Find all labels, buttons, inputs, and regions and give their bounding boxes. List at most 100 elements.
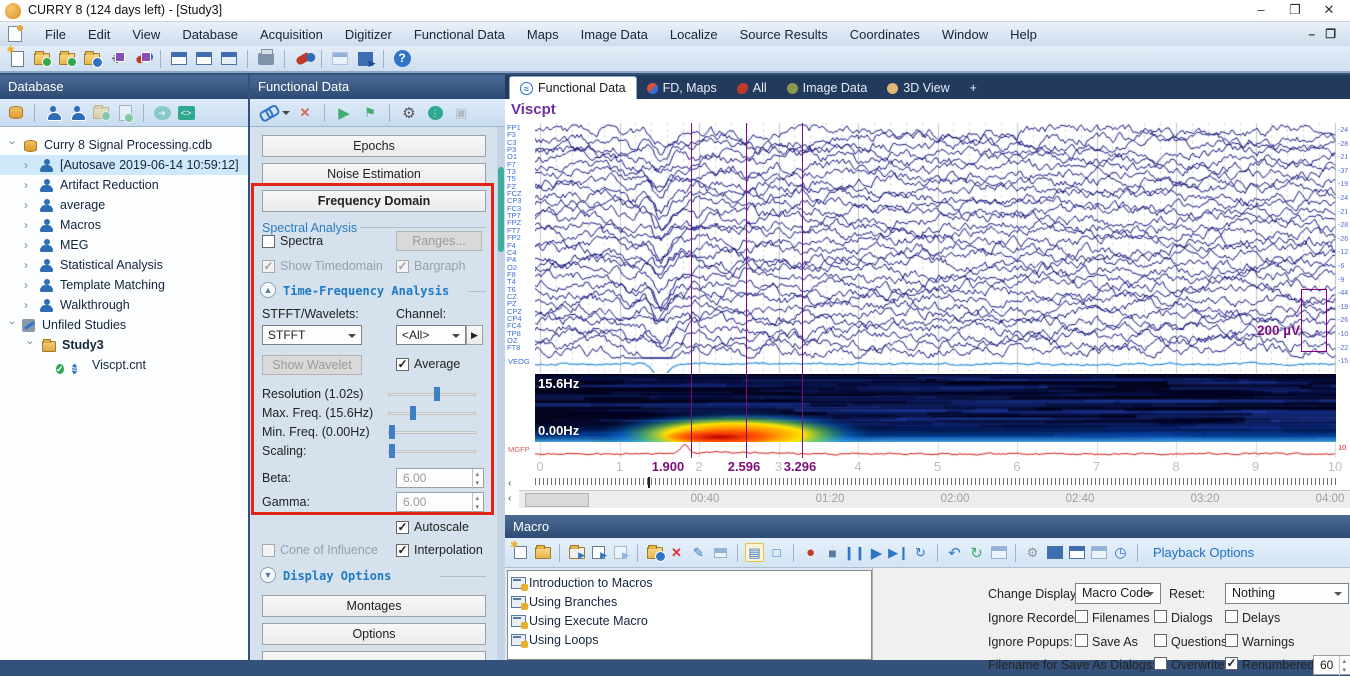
menu-item[interactable]: Localize [659, 24, 729, 45]
save-study-icon[interactable] [131, 49, 153, 69]
tree-item-average[interactable]: › average [0, 195, 248, 215]
spectrogram-canvas[interactable] [535, 374, 1336, 442]
run-macro-file-icon[interactable]: ▶ [589, 543, 608, 562]
menu-item[interactable]: Acquisition [249, 24, 334, 45]
chevron-down-icon[interactable]: › [2, 321, 22, 333]
playback-options-label[interactable]: Playback Options [1153, 545, 1254, 560]
record-icon[interactable]: ● [801, 543, 820, 562]
time-scrollbar-thumb[interactable] [525, 493, 589, 507]
functional-scrollbar-thumb[interactable] [498, 167, 504, 252]
menu-item[interactable]: Coordinates [839, 24, 931, 45]
tab-functional-data[interactable]: ≈ Functional Data [509, 76, 637, 99]
browse-database-icon[interactable] [81, 49, 103, 69]
options-button[interactable]: Options [262, 623, 486, 645]
autoscale-checkbox[interactable] [396, 521, 409, 534]
renumbered-checkbox[interactable] [1225, 657, 1238, 670]
expand-icon[interactable]: ▼ [260, 567, 276, 583]
delete-macro-icon[interactable]: ✕ [667, 543, 686, 562]
tab-fd-maps[interactable]: FD, Maps [637, 77, 727, 99]
step-forward-icon[interactable]: ▶❙ [889, 543, 908, 562]
play-icon[interactable]: ▶ [333, 103, 355, 123]
sensor-grid-icon[interactable]: ⋮ [424, 103, 446, 123]
menu-item[interactable]: Digitizer [334, 24, 403, 45]
chevron-right-icon[interactable]: › [24, 155, 36, 175]
eeg-canvas[interactable] [535, 123, 1336, 373]
epochs-button[interactable]: Epochs [262, 135, 486, 157]
tree-item-viscpt[interactable]: ✓ ≈ Viscpt.cnt [0, 355, 248, 375]
gear-icon[interactable]: ⚙ [398, 103, 420, 123]
open-files-icon[interactable] [56, 49, 78, 69]
print-icon[interactable] [255, 49, 277, 69]
menu-item[interactable]: File [34, 24, 77, 45]
chevron-right-icon[interactable]: › [24, 255, 36, 275]
montages-button[interactable]: Montages [262, 595, 486, 617]
rename-macro-icon[interactable] [711, 543, 730, 562]
close-button[interactable]: ✕ [1312, 0, 1346, 22]
save-settings-icon[interactable]: ❉ [106, 49, 128, 69]
tab-image-data[interactable]: Image Data [777, 77, 878, 99]
menu-item[interactable]: Maps [516, 24, 570, 45]
overwrite-checkbox[interactable] [1154, 657, 1167, 670]
restore-button[interactable]: ❐ [1278, 0, 1312, 22]
tree-item-meg[interactable]: › MEG [0, 235, 248, 255]
panel-layout-bottom-icon[interactable] [193, 49, 215, 69]
text-view-icon[interactable]: □ [767, 543, 786, 562]
macro-item-branches[interactable]: Using Branches [511, 593, 617, 611]
tick-strip[interactable] [535, 478, 1336, 489]
renumber-spinner[interactable]: 60 [1313, 655, 1350, 675]
find-macro-icon[interactable] [645, 543, 664, 562]
chevron-down-icon[interactable]: › [2, 141, 22, 153]
link-dropdown-icon[interactable] [282, 111, 290, 115]
reset-select[interactable]: Nothing [1225, 583, 1349, 604]
new-macro-folder-icon[interactable] [533, 543, 552, 562]
macro-player-icon[interactable] [354, 49, 376, 69]
add-patient-icon[interactable] [43, 103, 63, 123]
tree-item-template-matching[interactable]: › Template Matching [0, 275, 248, 295]
tree-item-artifact-reduction[interactable]: › Artifact Reduction [0, 175, 248, 195]
chevron-right-icon[interactable]: › [24, 215, 36, 235]
clipped-button[interactable] [262, 651, 486, 660]
delete-icon[interactable]: ✕ [294, 103, 316, 123]
pause-icon[interactable]: ❙❙ [845, 543, 864, 562]
tree-item-database[interactable]: › Curry 8 Signal Processing.cdb [0, 135, 248, 155]
new-macro-icon[interactable] [511, 543, 530, 562]
menu-item[interactable]: Help [999, 24, 1048, 45]
time-scrollbar[interactable]: 00:4001:2002:0002:4003:2004:00 [519, 490, 1350, 508]
save-as-checkbox[interactable] [1075, 634, 1088, 647]
open-file-icon[interactable] [31, 49, 53, 69]
macro-item-execute[interactable]: Using Execute Macro [511, 612, 648, 630]
new-file-icon[interactable] [6, 49, 28, 69]
curry-tool-icon[interactable] [292, 49, 314, 69]
panel-layout-list-icon[interactable] [218, 49, 240, 69]
list-view-icon[interactable]: ▤ [745, 543, 764, 562]
child-restore-button[interactable]: ❐ [1325, 27, 1336, 41]
cursor-line-2[interactable] [746, 123, 747, 458]
chevron-right-icon[interactable]: › [24, 295, 36, 315]
tree-item-statistical-analysis[interactable]: › Statistical Analysis [0, 255, 248, 275]
refresh-icon[interactable]: ↻ [967, 543, 986, 562]
menu-item[interactable]: View [121, 24, 171, 45]
add-folder-icon[interactable] [91, 103, 111, 123]
macro-item-introduction[interactable]: Introduction to Macros [511, 574, 653, 592]
delays-checkbox[interactable] [1225, 610, 1238, 623]
forward-icon[interactable]: ➜ [152, 103, 172, 123]
macro-list[interactable]: Introduction to Macros Using Branches Us… [507, 570, 872, 660]
mgfp-canvas[interactable] [535, 442, 1336, 458]
menu-item[interactable]: Database [171, 24, 249, 45]
panel-split-icon[interactable] [1067, 543, 1086, 562]
cursor-line-1[interactable] [691, 123, 692, 458]
panel-blue-icon[interactable] [1045, 543, 1064, 562]
tree-item-walkthrough[interactable]: › Walkthrough [0, 295, 248, 315]
tab-add[interactable]: + [960, 77, 987, 99]
chevron-right-icon[interactable]: › [24, 175, 36, 195]
functional-scrollbar[interactable] [497, 127, 505, 660]
sync-screen-icon[interactable] [989, 543, 1008, 562]
edit-macro-icon[interactable]: ✎ [689, 543, 708, 562]
tree-item-autosave[interactable]: › [Autosave 2019-06-14 10:59:12] [0, 155, 248, 175]
panel-grid-icon[interactable] [1089, 543, 1108, 562]
link-icon[interactable] [256, 103, 278, 123]
menu-item[interactable]: Source Results [729, 24, 839, 45]
interpolation-checkbox[interactable] [396, 544, 409, 557]
add-patient-data-icon[interactable] [67, 103, 87, 123]
filenames-checkbox[interactable] [1075, 610, 1088, 623]
